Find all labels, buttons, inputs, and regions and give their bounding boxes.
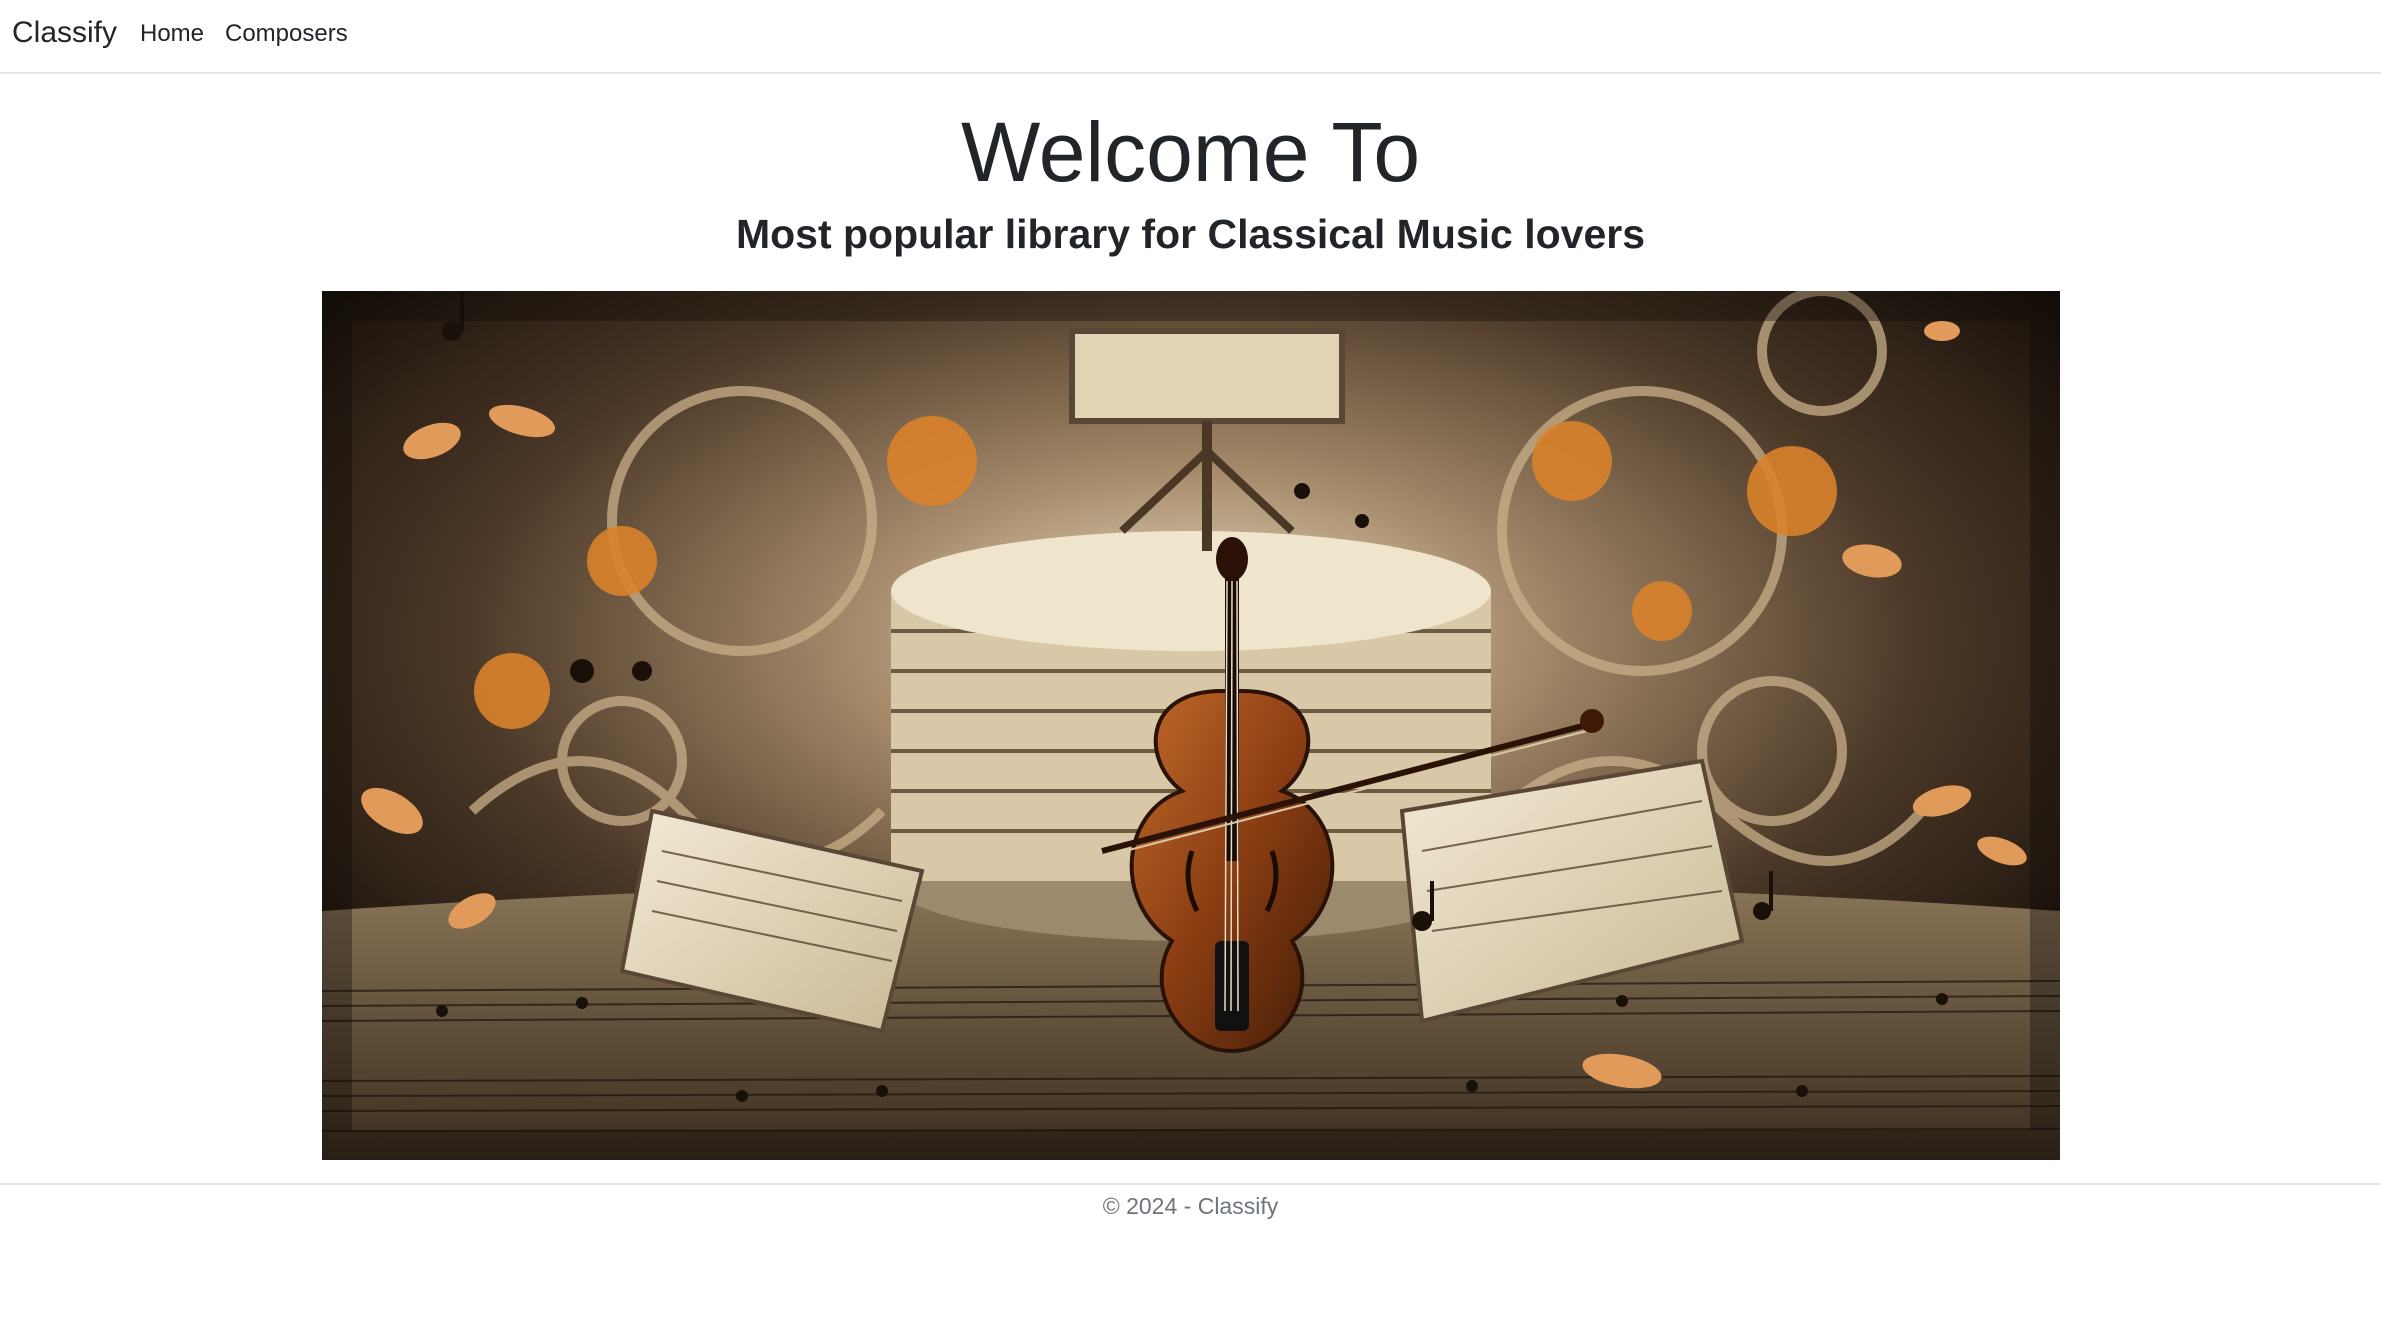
- footer-copyright-text: © 2024 - Classify: [1102, 1193, 1279, 1219]
- violin-music-artwork-image: [322, 291, 2060, 1160]
- welcome-heading: Welcome To: [960, 105, 1421, 199]
- nav-link-home[interactable]: Home: [140, 20, 204, 48]
- nav-link-composers[interactable]: Composers: [225, 20, 348, 48]
- top-navbar: Classify Home Composers: [0, 0, 2381, 74]
- brand-logo-link[interactable]: Classify: [12, 16, 117, 50]
- page-subtitle: Most popular library for Classical Music…: [735, 211, 1646, 257]
- page-footer: © 2024 - Classify: [0, 1183, 2381, 1243]
- hero-image: [322, 291, 2060, 1160]
